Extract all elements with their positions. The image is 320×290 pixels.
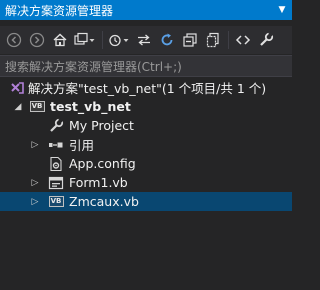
back-icon[interactable] — [3, 29, 25, 51]
collapse-all-icon[interactable] — [179, 29, 201, 51]
window-menu-dropdown-icon[interactable]: ▼ — [274, 2, 290, 18]
form1-label: Form1.vb — [69, 175, 128, 190]
toolbar — [0, 26, 292, 54]
app-config-label: App.config — [69, 156, 136, 171]
view-code-icon[interactable] — [232, 29, 254, 51]
collapsed-arrow-icon[interactable]: ▷ — [29, 177, 41, 189]
project-label: test_vb_net — [50, 99, 131, 114]
zmcaux-label: Zmcaux.vb — [69, 194, 139, 209]
tree-item-zmcaux[interactable]: ▷ VB Zmcaux.vb — [0, 192, 292, 211]
window-title: 解决方案资源管理器 — [5, 3, 114, 18]
switch-views-icon[interactable] — [72, 29, 98, 51]
collapsed-arrow-icon[interactable]: ▷ — [29, 139, 41, 151]
references-label: 引用 — [69, 138, 95, 153]
solution-tree: 解决方案"test_vb_net"(1 个项目/共 1 个) ◢ VB test… — [0, 78, 292, 211]
solution-icon — [9, 80, 25, 96]
search-input[interactable]: 搜索解决方案资源管理器(Ctrl+;) — [0, 55, 292, 77]
wrench-icon — [48, 117, 64, 134]
show-all-files-icon[interactable] — [202, 29, 224, 51]
config-file-icon — [48, 156, 64, 172]
solution-label: 解决方案"test_vb_net"(1 个项目/共 1 个) — [28, 81, 267, 96]
pending-changes-filter-icon[interactable] — [106, 29, 132, 51]
toolbar-separator — [102, 31, 103, 49]
vb-project-icon: VB — [29, 99, 45, 115]
vb-file-icon: VB — [48, 194, 64, 210]
properties-icon[interactable] — [255, 29, 277, 51]
references-icon — [48, 137, 64, 153]
toolbar-separator — [228, 31, 229, 49]
sync-with-active-document-icon[interactable] — [133, 29, 155, 51]
expanded-arrow-icon[interactable]: ◢ — [12, 101, 24, 113]
tree-item-references[interactable]: ▷ 引用 — [0, 135, 292, 154]
tree-item-solution[interactable]: 解决方案"test_vb_net"(1 个项目/共 1 个) — [0, 78, 292, 97]
refresh-icon[interactable] — [156, 29, 178, 51]
form-icon — [48, 175, 64, 191]
tree-item-project[interactable]: ◢ VB test_vb_net — [0, 97, 292, 116]
tree-item-app-config[interactable]: App.config — [0, 154, 292, 173]
tree-item-my-project[interactable]: My Project — [0, 116, 292, 135]
tree-item-form1[interactable]: ▷ Form1.vb — [0, 173, 292, 192]
search-placeholder: 搜索解决方案资源管理器(Ctrl+;) — [5, 59, 182, 74]
title-bar: 解决方案资源管理器 ▼ — [0, 0, 292, 20]
my-project-label: My Project — [69, 118, 134, 133]
forward-icon[interactable] — [26, 29, 48, 51]
home-icon[interactable] — [49, 29, 71, 51]
collapsed-arrow-icon[interactable]: ▷ — [29, 196, 41, 208]
